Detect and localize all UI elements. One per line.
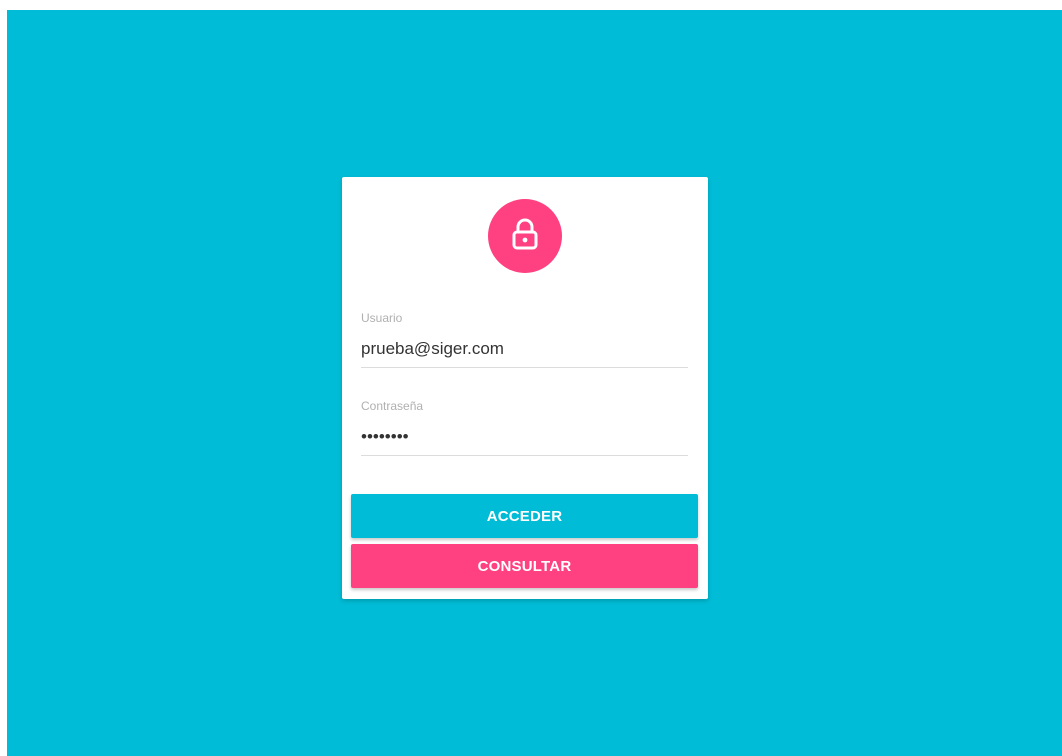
consult-button[interactable]: CONSULTAR bbox=[351, 544, 698, 588]
lock-avatar bbox=[488, 199, 562, 273]
password-input[interactable] bbox=[361, 425, 688, 449]
password-field: Contraseña bbox=[361, 399, 688, 456]
username-field: Usuario bbox=[361, 311, 688, 368]
lock-icon bbox=[511, 218, 539, 255]
login-card: Usuario Contraseña ACCEDER CONSULTAR bbox=[342, 177, 708, 599]
password-label: Contraseña bbox=[361, 399, 424, 413]
login-page-background: Usuario Contraseña ACCEDER CONSULTAR bbox=[7, 10, 1062, 756]
login-button[interactable]: ACCEDER bbox=[351, 494, 698, 538]
username-label: Usuario bbox=[361, 311, 403, 325]
username-input[interactable] bbox=[361, 337, 688, 361]
